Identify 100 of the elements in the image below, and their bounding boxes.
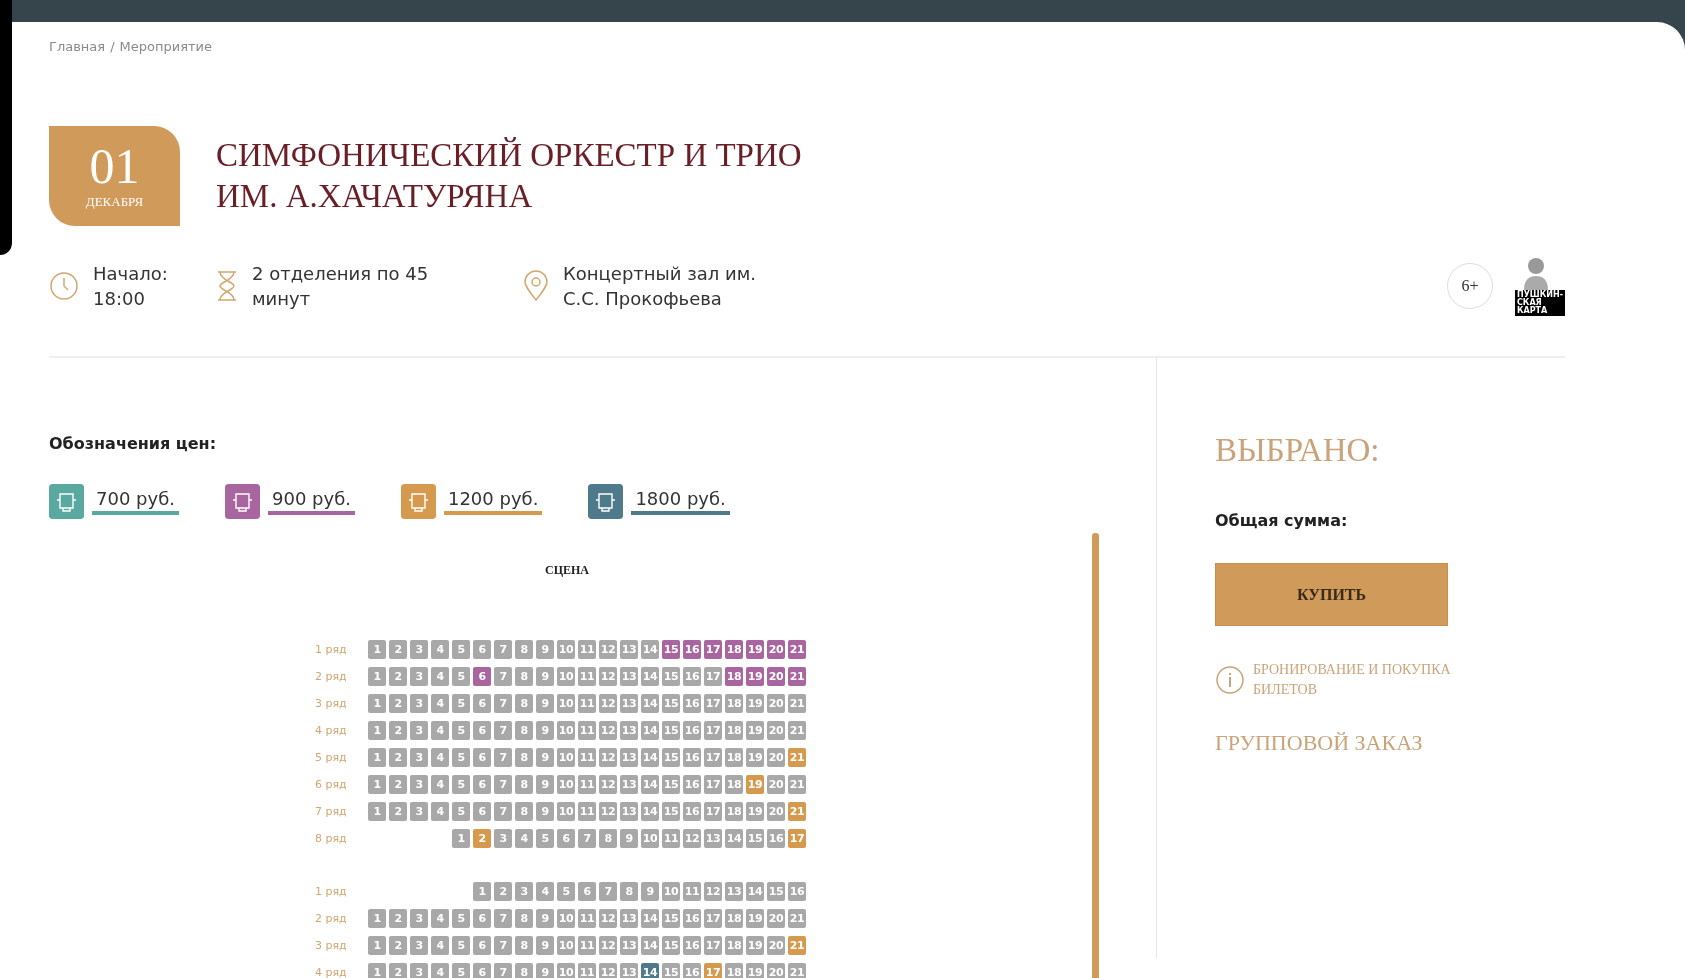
seat[interactable]: 15 <box>662 963 680 978</box>
seat[interactable]: 21 <box>788 748 806 767</box>
seat[interactable]: 12 <box>599 721 617 740</box>
seat[interactable]: 18 <box>725 721 743 740</box>
seat[interactable]: 16 <box>683 667 701 686</box>
seat[interactable]: 10 <box>557 748 575 767</box>
seat[interactable]: 16 <box>683 721 701 740</box>
seat[interactable]: 13 <box>620 667 638 686</box>
seat[interactable]: 15 <box>662 936 680 955</box>
seat[interactable]: 17 <box>704 721 722 740</box>
seat[interactable]: 13 <box>620 802 638 821</box>
seat[interactable]: 11 <box>578 909 596 928</box>
seat[interactable]: 8 <box>620 882 638 901</box>
seat[interactable]: 6 <box>557 829 575 848</box>
seat[interactable]: 12 <box>599 694 617 713</box>
seat[interactable]: 14 <box>641 936 659 955</box>
seat[interactable]: 10 <box>641 829 659 848</box>
seat[interactable]: 18 <box>725 667 743 686</box>
seat[interactable]: 21 <box>788 909 806 928</box>
seat[interactable]: 19 <box>746 775 764 794</box>
seat[interactable]: 7 <box>494 909 512 928</box>
seat[interactable]: 3 <box>410 775 428 794</box>
seat[interactable]: 11 <box>578 721 596 740</box>
seat[interactable]: 12 <box>599 963 617 978</box>
seat[interactable]: 3 <box>410 721 428 740</box>
seat[interactable]: 9 <box>536 775 554 794</box>
seat[interactable]: 1 <box>368 667 386 686</box>
seat[interactable]: 10 <box>557 667 575 686</box>
seat[interactable]: 6 <box>473 721 491 740</box>
seat[interactable]: 16 <box>683 909 701 928</box>
seat[interactable]: 19 <box>746 936 764 955</box>
seat[interactable]: 20 <box>767 640 785 659</box>
seat[interactable]: 5 <box>557 882 575 901</box>
seat[interactable]: 3 <box>410 936 428 955</box>
seat[interactable]: 1 <box>368 802 386 821</box>
seat[interactable]: 15 <box>662 667 680 686</box>
seat[interactable]: 5 <box>452 963 470 978</box>
seat[interactable]: 4 <box>431 775 449 794</box>
seat[interactable]: 4 <box>431 721 449 740</box>
seat[interactable]: 8 <box>515 748 533 767</box>
seat[interactable]: 20 <box>767 802 785 821</box>
seat[interactable]: 11 <box>578 640 596 659</box>
seat[interactable]: 6 <box>473 802 491 821</box>
seat[interactable]: 11 <box>578 963 596 978</box>
seat[interactable]: 18 <box>725 909 743 928</box>
seat[interactable]: 15 <box>662 640 680 659</box>
seat[interactable]: 8 <box>515 640 533 659</box>
breadcrumb-link[interactable]: Главная <box>49 39 106 54</box>
seat[interactable]: 5 <box>452 909 470 928</box>
seat[interactable]: 8 <box>599 829 617 848</box>
seat[interactable]: 14 <box>641 640 659 659</box>
seat[interactable]: 20 <box>767 694 785 713</box>
breadcrumb-link[interactable]: Мероприятие <box>119 39 212 54</box>
seat[interactable]: 15 <box>662 909 680 928</box>
seat[interactable]: 19 <box>746 694 764 713</box>
seat[interactable]: 19 <box>746 640 764 659</box>
seat[interactable]: 5 <box>452 936 470 955</box>
seat[interactable]: 5 <box>536 829 554 848</box>
seat[interactable]: 5 <box>452 802 470 821</box>
seat[interactable]: 4 <box>431 802 449 821</box>
seat[interactable]: 17 <box>704 667 722 686</box>
seat[interactable]: 9 <box>536 909 554 928</box>
seat[interactable]: 6 <box>473 667 491 686</box>
seat[interactable]: 2 <box>389 775 407 794</box>
seat[interactable]: 6 <box>578 882 596 901</box>
seat[interactable]: 10 <box>662 882 680 901</box>
seat[interactable]: 11 <box>578 802 596 821</box>
seat[interactable]: 10 <box>557 640 575 659</box>
seat[interactable]: 14 <box>641 802 659 821</box>
seat[interactable]: 16 <box>683 748 701 767</box>
seat[interactable]: 2 <box>473 829 491 848</box>
seat[interactable]: 5 <box>452 775 470 794</box>
seat[interactable]: 13 <box>620 963 638 978</box>
seat[interactable]: 13 <box>620 640 638 659</box>
seat[interactable]: 18 <box>725 963 743 978</box>
seat[interactable]: 20 <box>767 909 785 928</box>
seat[interactable]: 5 <box>452 721 470 740</box>
seat[interactable]: 12 <box>704 882 722 901</box>
seat[interactable]: 4 <box>431 909 449 928</box>
seat[interactable]: 21 <box>788 802 806 821</box>
seat[interactable]: 2 <box>389 640 407 659</box>
seat[interactable]: 9 <box>620 829 638 848</box>
seat[interactable]: 8 <box>515 667 533 686</box>
seat[interactable]: 1 <box>473 882 491 901</box>
seat[interactable]: 21 <box>788 667 806 686</box>
seat[interactable]: 20 <box>767 936 785 955</box>
seat[interactable]: 14 <box>641 694 659 713</box>
seat[interactable]: 1 <box>368 694 386 713</box>
seat[interactable]: 3 <box>515 882 533 901</box>
seat[interactable]: 19 <box>746 909 764 928</box>
seat[interactable]: 18 <box>725 748 743 767</box>
seat[interactable]: 2 <box>389 909 407 928</box>
seat[interactable]: 20 <box>767 721 785 740</box>
seat[interactable]: 5 <box>452 694 470 713</box>
seat[interactable]: 11 <box>578 936 596 955</box>
seat[interactable]: 17 <box>704 640 722 659</box>
seat[interactable]: 2 <box>389 694 407 713</box>
seat[interactable]: 15 <box>662 694 680 713</box>
seat[interactable]: 6 <box>473 775 491 794</box>
seat[interactable]: 14 <box>746 882 764 901</box>
